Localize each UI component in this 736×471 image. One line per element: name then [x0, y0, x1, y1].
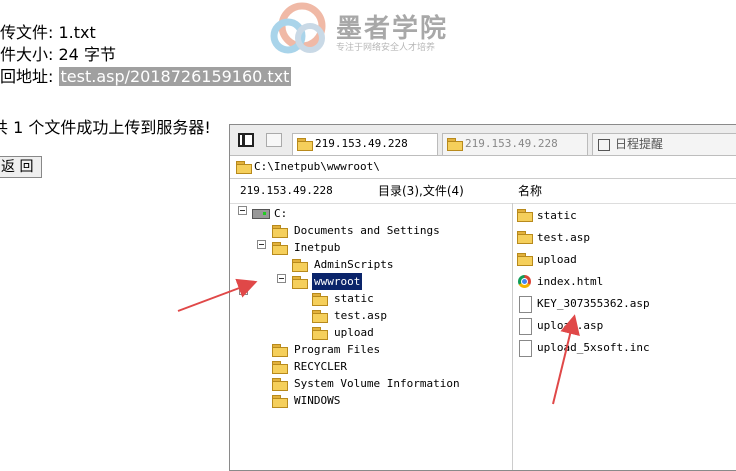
- tab-bar: 219.153.49.228 219.153.49.228 日程提醒: [230, 125, 736, 156]
- folder-icon: [312, 293, 328, 306]
- folder-icon: [272, 395, 288, 408]
- collapse-icon[interactable]: [257, 240, 266, 249]
- collapse-icon[interactable]: [239, 286, 248, 295]
- size-label: 文件大小:: [0, 45, 54, 64]
- folder-icon: [272, 242, 288, 255]
- size-value: 24 字节: [58, 45, 116, 64]
- directory-tree: C: Documents and Settings Inetpub AdminS…: [230, 203, 513, 470]
- folder-icon: [517, 209, 533, 222]
- folder-icon: [292, 276, 308, 289]
- address-row: 返回地址: test.asp/2018726159160.txt: [0, 66, 292, 88]
- folder-icon: [236, 161, 252, 174]
- name-column-header[interactable]: 名称: [518, 179, 542, 203]
- collapse-icon[interactable]: [238, 206, 247, 215]
- tab-label: 日程提醒: [615, 137, 664, 151]
- size-row: 文件大小: 24 字节: [0, 44, 291, 66]
- folder-icon: [297, 138, 313, 151]
- current-path: C:\Inetpub\wwwroot\: [254, 160, 380, 173]
- item-counts: 目录(3),文件(4): [378, 184, 464, 198]
- folder-icon: [292, 259, 308, 272]
- path-bar[interactable]: C:\Inetpub\wwwroot\: [230, 156, 736, 179]
- folder-icon: [272, 361, 288, 374]
- schedule-icon: [598, 139, 610, 151]
- address-label: 返回地址:: [0, 67, 54, 86]
- chrome-icon: [518, 275, 531, 288]
- sidebar-toggle-icon[interactable]: [238, 133, 254, 147]
- folder-icon: [447, 138, 463, 151]
- folder-icon: [517, 231, 533, 244]
- watermark-logo: 墨者学院 专注于网络安全人才培养: [266, 0, 476, 58]
- file-icon: [519, 318, 532, 335]
- folder-icon: [312, 327, 328, 340]
- folder-icon: [517, 253, 533, 266]
- tab-server-2[interactable]: 219.153.49.228: [442, 133, 588, 155]
- server-ip: 219.153.49.228: [240, 184, 333, 197]
- tab-label: 219.153.49.228: [465, 137, 558, 150]
- blank-tab-icon[interactable]: [266, 133, 282, 147]
- upload-message: 共 1 个文件成功上传到服务器!: [0, 118, 211, 137]
- filename-value: 1.txt: [58, 23, 96, 42]
- folder-icon: [272, 378, 288, 391]
- list-header: 219.153.49.228 目录(3),文件(4) 名称: [230, 179, 736, 204]
- file-icon: [519, 340, 532, 357]
- file-list: static test.asp upload index.html KEY_30…: [513, 203, 736, 470]
- logo-icon: [270, 2, 326, 54]
- folder-icon: [312, 310, 328, 323]
- watermark-subtitle: 专注于网络安全人才培养: [336, 43, 436, 53]
- collapse-icon[interactable]: [277, 274, 286, 283]
- filename-row: 上传文件: 1.txt: [0, 22, 291, 44]
- folder-icon: [272, 344, 288, 357]
- address-value[interactable]: test.asp/2018726159160.txt: [58, 67, 292, 86]
- tab-schedule[interactable]: 日程提醒: [592, 133, 736, 155]
- drive-icon: [252, 209, 270, 219]
- filename-label: 上传文件:: [0, 23, 54, 42]
- tab-label: 219.153.49.228: [315, 137, 408, 150]
- back-button[interactable]: 返 回: [0, 156, 43, 178]
- folder-icon: [272, 225, 288, 238]
- tab-server-1[interactable]: 219.153.49.228: [292, 133, 438, 155]
- file-icon: [519, 296, 532, 313]
- upload-result: 上传文件: 1.txt 文件大小: 24 字节 返回地址: test.asp/2…: [0, 22, 292, 88]
- file-manager-window: 219.153.49.228 219.153.49.228 日程提醒 C:\In…: [229, 124, 736, 471]
